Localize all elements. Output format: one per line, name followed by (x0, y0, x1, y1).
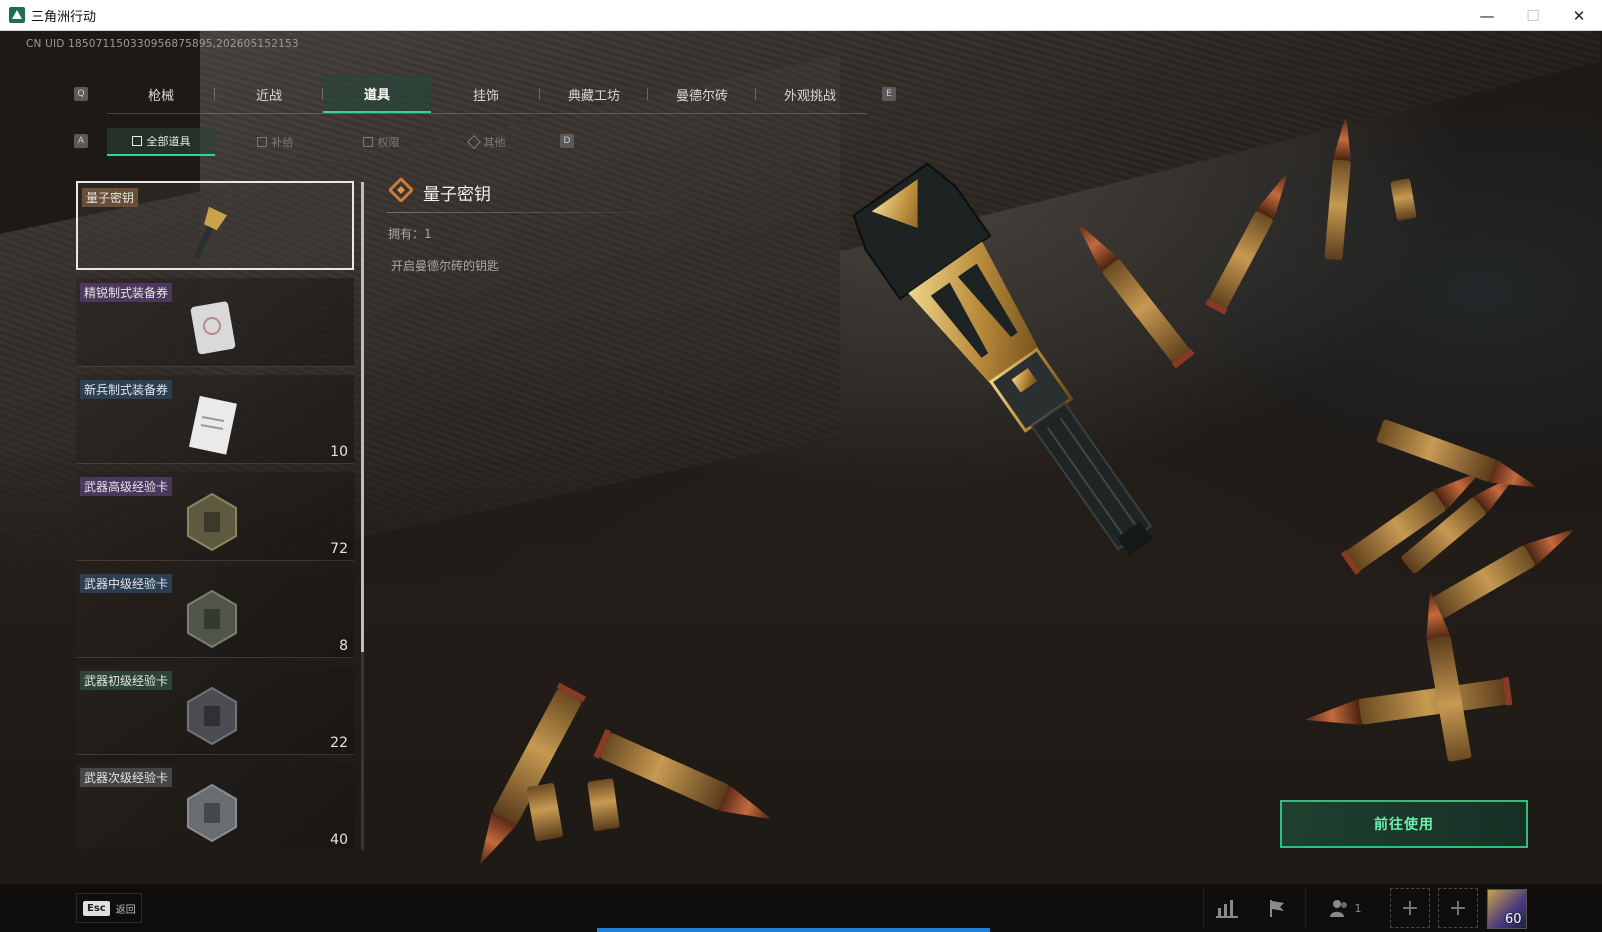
item-name: 量子密钥 (82, 188, 139, 207)
plus-icon: + (1400, 895, 1420, 921)
back-button[interactable]: Esc 返回 (76, 893, 142, 923)
next-tab-key-hint[interactable]: E (882, 87, 896, 101)
bullet (526, 783, 563, 842)
detail-divider (387, 212, 687, 213)
quantum-key-illustration (852, 162, 1153, 556)
prev-subtab-key-hint[interactable]: A (74, 134, 88, 148)
tab-firearms[interactable]: 枪械 (107, 75, 215, 113)
item-name: 武器次级经验卡 (80, 768, 173, 787)
uid-label: CN UID 18507115033095687589​5,2026051521… (26, 38, 299, 50)
subtab-supplies[interactable]: 补给 (221, 128, 329, 156)
list-item-quantum-key[interactable]: 量子密钥 (76, 181, 354, 270)
bullet (1077, 224, 1195, 369)
item-name: 新兵制式装备券 (80, 380, 173, 399)
subtab-label: 补给 (271, 136, 294, 149)
item-count: 10 (330, 444, 348, 460)
next-subtab-key-hint[interactable]: D (560, 134, 574, 148)
add-teammate-slot[interactable]: + (1390, 888, 1430, 928)
tab-items[interactable]: 道具 (323, 75, 431, 113)
list-scrollbar-thumb[interactable] (361, 182, 364, 652)
bullet (479, 682, 587, 865)
esc-key: Esc (83, 900, 110, 916)
list-item-secondary-exp-card[interactable]: 武器次级经验卡 40 (76, 763, 354, 849)
grid-icon (131, 136, 142, 146)
basic-exp-card-icon (187, 686, 237, 746)
owned-count: 拥有：1 (388, 227, 432, 241)
secondary-exp-card-icon (187, 783, 237, 843)
bullet (587, 778, 620, 831)
plus-icon: + (1448, 895, 1468, 921)
supply-icon (256, 137, 267, 147)
item-detail-title: 量子密钥 (423, 185, 491, 205)
subtab-label: 权限 (377, 136, 400, 149)
tab-charms[interactable]: 挂饰 (432, 75, 540, 113)
elite-voucher-icon (190, 301, 236, 355)
bullet (1304, 676, 1513, 725)
subtab-all-items[interactable]: 全部道具 (107, 128, 215, 156)
item-count: 8 (339, 638, 348, 654)
rarity-diamond-icon (389, 178, 413, 202)
add-teammate-slot[interactable]: + (1438, 888, 1478, 928)
item-list: 量子密钥 精锐制式装备券 新兵制式装备券 10 武器高级经验卡 72 武器中级经… (76, 181, 354, 849)
item-name: 武器中级经验卡 (80, 574, 173, 593)
bullet (593, 728, 772, 820)
tab-mandel-brick[interactable]: 曼德尔砖 (648, 75, 756, 113)
list-item-recruit-voucher[interactable]: 新兵制式装备券 10 (76, 375, 354, 464)
subtab-label: 其他 (483, 136, 506, 149)
item-count: 22 (330, 735, 348, 751)
subtab-other[interactable]: 其他 (433, 128, 541, 156)
back-label: 返回 (115, 904, 136, 916)
subtab-permissions[interactable]: 权限 (327, 128, 435, 156)
item-name: 武器高级经验卡 (80, 477, 173, 496)
quantum-key-icon (193, 206, 228, 260)
bullet (1324, 118, 1351, 261)
flag-icon[interactable] (1255, 891, 1299, 925)
list-item-advanced-exp-card[interactable]: 武器高级经验卡 72 (76, 472, 354, 561)
bottom-separator (1305, 888, 1306, 928)
player-level: 60 (1505, 912, 1522, 927)
subtab-label: 全部道具 (146, 135, 191, 148)
tab-collection-workshop[interactable]: 典藏工坊 (540, 75, 648, 113)
tab-melee[interactable]: 近战 (215, 75, 323, 113)
tab-appearance-challenge[interactable]: 外观挑战 (756, 75, 864, 113)
stats-icon[interactable] (1205, 891, 1249, 925)
go-use-button[interactable]: 前往使用 (1280, 800, 1528, 848)
loading-progress-bar (597, 928, 990, 932)
item-count: 40 (330, 832, 348, 848)
list-item-elite-voucher[interactable]: 精锐制式装备券 (76, 278, 354, 367)
recruit-voucher-icon (188, 395, 237, 455)
item-count: 72 (330, 541, 348, 557)
diamond-icon (466, 134, 481, 150)
permission-icon (362, 137, 373, 147)
friends-button[interactable]: 1 (1320, 891, 1370, 925)
friends-icon (1329, 900, 1347, 917)
squad-count: 1 (1354, 901, 1362, 915)
item-description: 开启曼德尔砖的钥匙 (391, 259, 500, 273)
list-item-basic-exp-card[interactable]: 武器初级经验卡 22 (76, 666, 354, 755)
list-item-intermediate-exp-card[interactable]: 武器中级经验卡 8 (76, 569, 354, 658)
bullet (1390, 178, 1417, 221)
item-name: 精锐制式装备券 (80, 283, 173, 302)
bottom-separator (1203, 888, 1204, 928)
intermediate-exp-card-icon (187, 589, 237, 649)
item-name: 武器初级经验卡 (80, 671, 173, 690)
tabs-underline (107, 113, 867, 114)
advanced-exp-card-icon (187, 492, 237, 552)
prev-tab-key-hint[interactable]: Q (74, 87, 88, 101)
bullet (1205, 174, 1287, 315)
